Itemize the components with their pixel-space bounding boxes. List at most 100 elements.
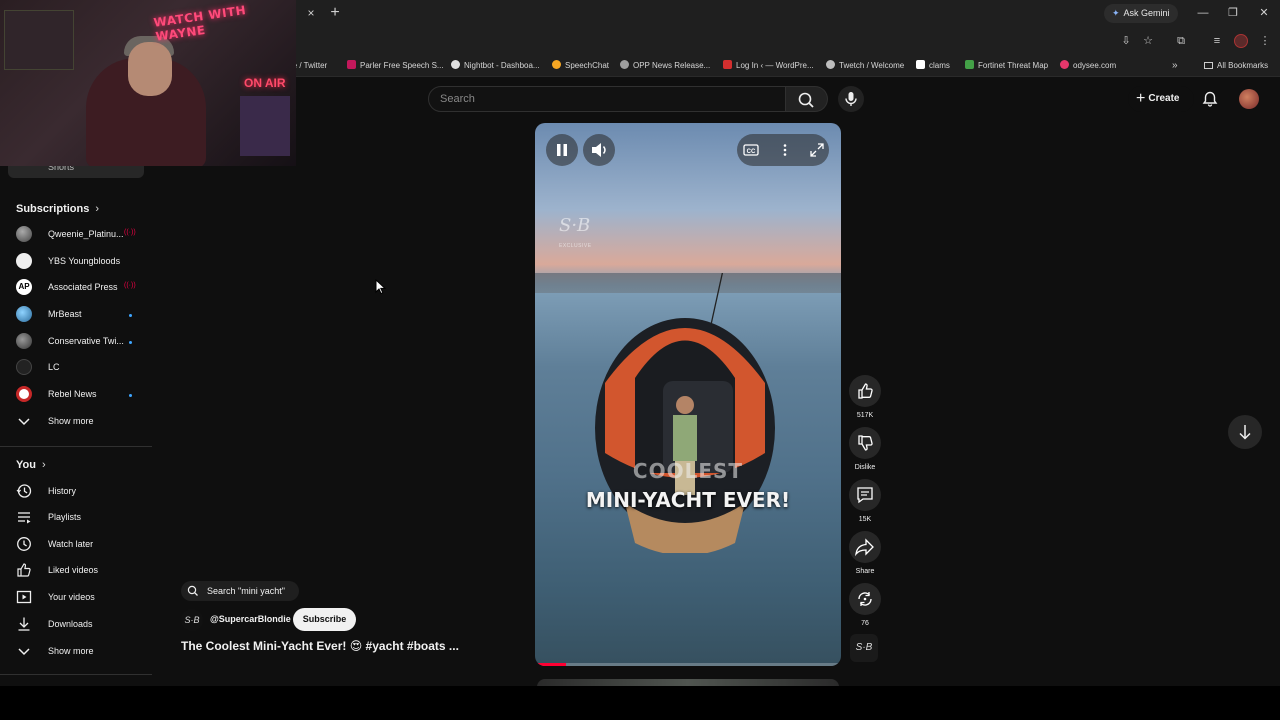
install-app-icon[interactable]: ⇩ [1119, 34, 1133, 48]
extensions-icon[interactable]: ⧉ [1174, 34, 1188, 48]
video-progress-fill [535, 663, 566, 666]
sidebar-item-playlists[interactable]: Playlists [0, 505, 152, 531]
subscribe-button[interactable]: Subscribe [293, 608, 356, 631]
browser-menu-icon[interactable]: ⋮ [1258, 34, 1272, 48]
volume-button[interactable] [583, 134, 615, 166]
downloads-icon [18, 617, 30, 631]
monitor-screen [240, 96, 290, 156]
globe-icon [620, 60, 629, 69]
bookmark-clams[interactable]: clams [916, 59, 950, 73]
watermark-logo: S·B [559, 215, 591, 236]
sidebar-show-more[interactable]: Show more [0, 639, 152, 665]
sidebar-item-watch-later[interactable]: Watch later [0, 532, 152, 558]
like-button[interactable] [849, 375, 881, 407]
short-title[interactable]: The Coolest Mini-Yacht Ever! 😍 #yacht #b… [181, 639, 501, 653]
next-short-button[interactable] [1228, 415, 1262, 449]
sidebar-item-subscription[interactable]: Rebel News [0, 382, 152, 408]
subscriptions-heading[interactable]: Subscriptions › [16, 203, 99, 215]
speechchat-icon [552, 60, 561, 69]
bookmark-opp-news[interactable]: OPP News Release... [620, 59, 710, 73]
sidebar-item-downloads[interactable]: Downloads [0, 612, 152, 638]
more-options-icon[interactable] [777, 142, 793, 158]
twetch-icon [826, 60, 835, 69]
live-indicator-icon: ((·)) [124, 282, 136, 289]
bookmark-nightbot[interactable]: Nightbot - Dashboa... [451, 59, 540, 73]
voice-search-button[interactable] [838, 86, 864, 112]
remix-button[interactable] [849, 583, 881, 615]
tab-close-button[interactable]: × [304, 6, 318, 20]
sound-source-logo[interactable]: S·B [850, 634, 878, 662]
ask-gemini-button[interactable]: ✦ Ask Gemini [1104, 4, 1178, 23]
pause-button[interactable] [546, 134, 578, 166]
search-input[interactable]: Search [428, 86, 786, 112]
bookmark-twetch[interactable]: Twetch / Welcome [826, 59, 904, 73]
sidebar-item-your-videos[interactable]: Your videos [0, 585, 152, 611]
sidebar-item-subscription[interactable]: Conservative Twi... [0, 329, 152, 355]
bottom-black-bar [0, 686, 1280, 720]
sidebar-item-subscription[interactable]: LC [0, 355, 152, 381]
channel-avatar[interactable]: S·B [181, 609, 203, 631]
browser-profile-icon[interactable] [1234, 34, 1248, 48]
share-button[interactable] [849, 531, 881, 563]
dislike-button[interactable] [849, 427, 881, 459]
bookmarks-overflow-icon[interactable]: » [1172, 59, 1178, 73]
remix-action[interactable]: 76 [849, 583, 881, 627]
bookmark-speechchat[interactable]: SpeechChat [552, 59, 609, 73]
bookmark-star-icon[interactable]: ☆ [1141, 34, 1155, 48]
shorts-video-player[interactable]: S·B EXCLUSIVE COOLEST MINI-YACHT EVER! C… [535, 123, 841, 666]
video-progress-bar[interactable] [535, 663, 841, 666]
create-button[interactable]: + Create [1128, 86, 1194, 112]
restore-icon[interactable]: ❐ [1226, 5, 1240, 21]
liked-icon [17, 563, 31, 577]
share-action[interactable]: Share [849, 531, 881, 575]
like-action[interactable]: 517K [849, 375, 881, 419]
sidebar-item-subscription[interactable]: MrBeast [0, 302, 152, 328]
bookmark-wordpress[interactable]: Log In ‹ — WordPre... [723, 59, 814, 73]
sidebar-item-subscription[interactable]: YBS Youngbloods [0, 249, 152, 275]
dislike-action[interactable]: Dislike [849, 427, 881, 471]
sidebar-item-history[interactable]: History [0, 479, 152, 505]
bookmark-parler[interactable]: Parler Free Speech S... [347, 59, 444, 73]
sidebar-item-subscription[interactable]: AP Associated Press ((·)) [0, 275, 152, 301]
odysee-icon [1060, 60, 1069, 69]
plus-icon: + [1136, 90, 1146, 107]
close-window-icon[interactable]: ✕ [1257, 5, 1271, 21]
sidebar-show-more[interactable]: Show more [0, 409, 152, 435]
chevron-down-icon [18, 418, 30, 426]
channel-avatar [16, 333, 32, 349]
ask-gemini-label: Ask Gemini [1123, 8, 1170, 18]
related-search-chip[interactable]: Search "mini yacht" [181, 581, 299, 601]
neon-sign: WATCH WITH WAYNE [152, 3, 247, 44]
channel-name[interactable]: @SupercarBlondie [210, 614, 291, 624]
shield-icon [965, 60, 974, 69]
gemini-spark-icon: ✦ [1112, 8, 1120, 18]
comment-icon [857, 487, 873, 504]
all-bookmarks-button[interactable]: All Bookmarks [1204, 59, 1268, 73]
channel-avatar [16, 359, 32, 375]
sidebar-divider [0, 446, 152, 447]
sidebar-item-subscription[interactable]: Qweenie_Platinu... ((·)) [0, 222, 152, 248]
media-controls-icon[interactable]: ≡ [1210, 34, 1224, 48]
live-indicator-icon: ((·)) [124, 229, 136, 236]
search-button[interactable] [786, 86, 828, 112]
volume-icon [592, 143, 606, 157]
bookmark-odysee[interactable]: odysee.com [1060, 59, 1116, 73]
chevron-right-icon: › [95, 203, 100, 215]
channel-avatar [16, 226, 32, 242]
dislike-label: Dislike [854, 464, 876, 471]
comments-button[interactable] [849, 479, 881, 511]
sidebar-item-liked-videos[interactable]: Liked videos [0, 558, 152, 584]
sidebar-item-shorts[interactable]: Shorts [8, 162, 144, 178]
notifications-bell-icon[interactable] [1201, 90, 1219, 108]
channel-avatar [16, 253, 32, 269]
bookmark-fortinet[interactable]: Fortinet Threat Map [965, 59, 1048, 73]
captions-icon[interactable]: CC [743, 142, 759, 158]
fullscreen-icon[interactable] [809, 142, 825, 158]
comments-action[interactable]: 15K [849, 479, 881, 523]
you-heading[interactable]: You › [16, 459, 46, 471]
account-avatar[interactable] [1239, 89, 1259, 109]
minimize-icon[interactable]: — [1196, 5, 1210, 21]
new-tab-button[interactable]: + [328, 5, 342, 21]
playlists-icon [18, 512, 31, 524]
player-controls-group: CC [737, 134, 829, 166]
